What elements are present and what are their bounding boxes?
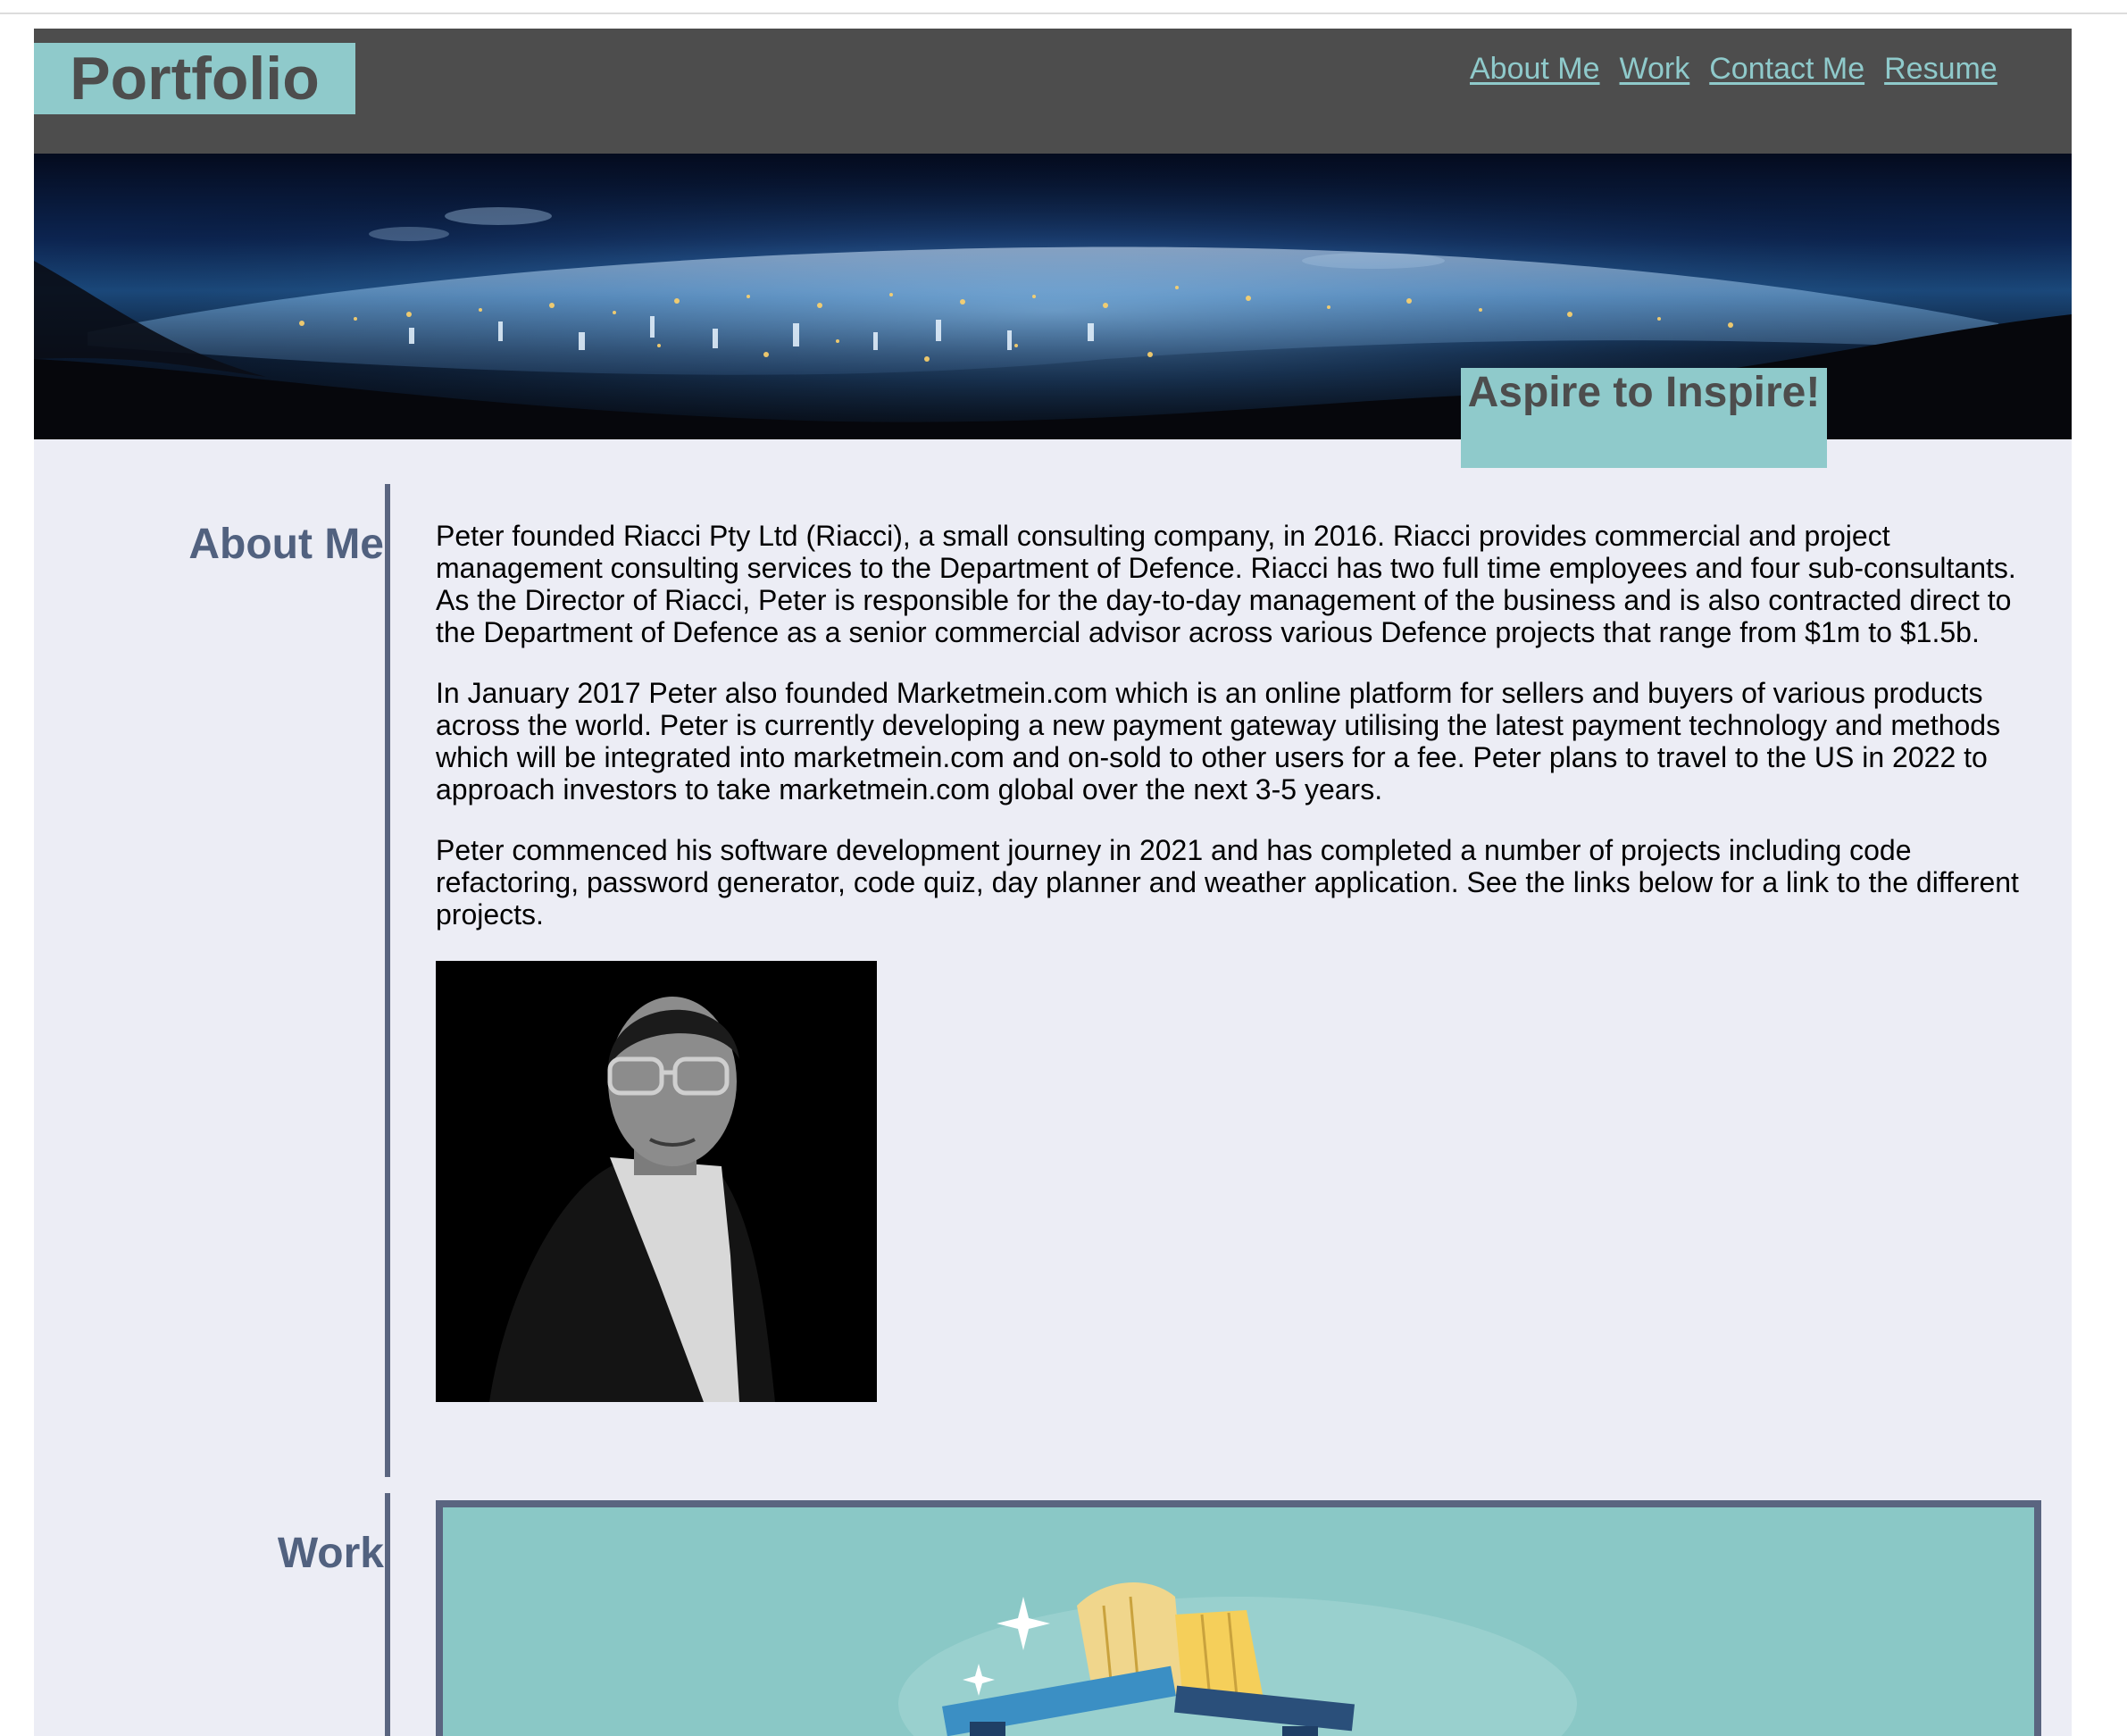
- about-me-divider: [385, 484, 390, 1477]
- work-heading: Work: [277, 1530, 384, 1577]
- nav-link-about-me[interactable]: About Me: [1470, 52, 1600, 87]
- portrait-illustration: [436, 961, 877, 1402]
- main-nav: About Me Work Contact Me Resume: [1470, 52, 1998, 87]
- site-logo: Portfolio: [34, 43, 355, 114]
- work-divider: [385, 1493, 390, 1736]
- about-paragraph-2: In January 2017 Peter also founded Marke…: [436, 677, 2001, 805]
- work-project-illustration: [898, 1582, 1577, 1736]
- about-me-heading: About Me: [188, 521, 384, 568]
- about-paragraph-3: Peter commenced his software development…: [436, 834, 2019, 931]
- about-paragraph-1: Peter founded Riacci Pty Ltd (Riacci), a…: [436, 520, 2016, 648]
- work-project-card[interactable]: [436, 1500, 2041, 1736]
- profile-photo: [436, 961, 877, 1402]
- about-me-content: Peter founded Riacci Pty Ltd (Riacci), a…: [436, 520, 2052, 959]
- browser-top-rule: [0, 13, 2127, 14]
- nav-link-work[interactable]: Work: [1620, 52, 1690, 87]
- page: Portfolio About Me Work Contact Me Resum…: [34, 29, 2072, 1736]
- hero-tagline: Aspire to Inspire!: [1461, 368, 1827, 468]
- nav-link-resume[interactable]: Resume: [1884, 52, 1998, 87]
- site-header: Portfolio About Me Work Contact Me Resum…: [34, 29, 2072, 154]
- nav-link-contact-me[interactable]: Contact Me: [1709, 52, 1864, 87]
